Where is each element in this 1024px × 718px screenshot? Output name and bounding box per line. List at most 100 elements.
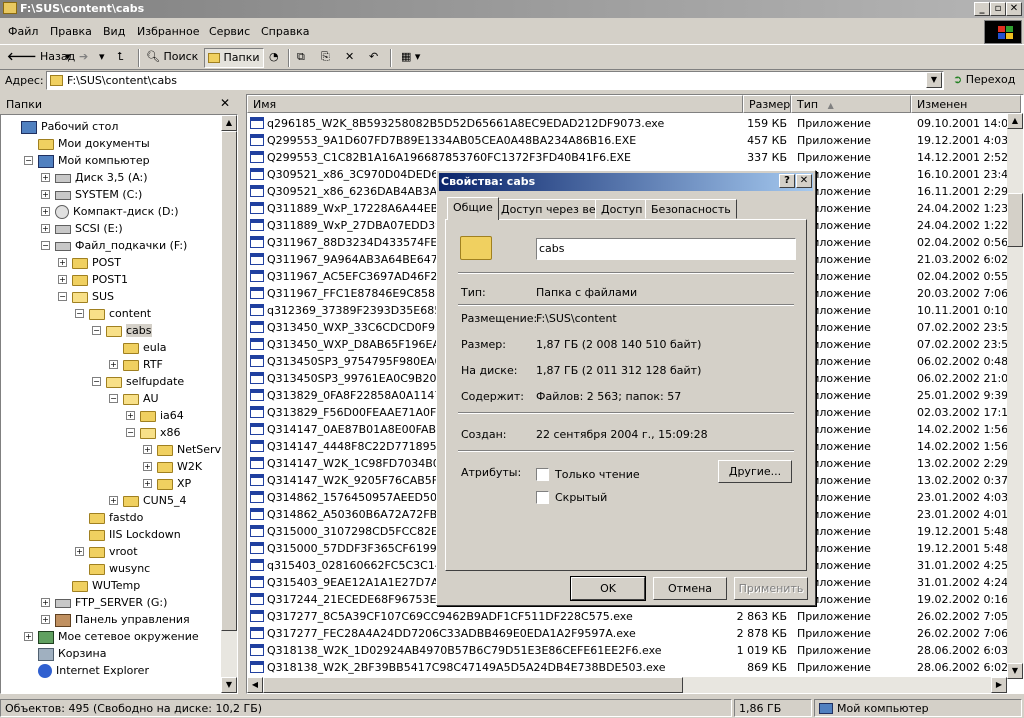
tree-node[interactable]: − selfupdate [92,373,184,390]
expand-icon[interactable]: + [41,190,50,199]
tree-node[interactable]: − Файл_подкачки (F:) [41,237,187,254]
folder-tree[interactable]: Рабочий стол Мои документы − Мой компьютер +… [0,114,238,694]
tree-node[interactable]: + FTP_SERVER (G:) [41,594,167,611]
scroll-thumb[interactable] [221,131,237,631]
copy-to-icon[interactable]: ⎘ [318,48,333,68]
file-row[interactable]: Q318138_W2K_2BF39BB5417C98C47149A5D5A24D… [247,659,1008,676]
expand-icon[interactable]: + [41,207,50,216]
expand-icon[interactable]: + [41,598,50,607]
dialog-close-button[interactable]: ✕ [796,174,812,188]
delete-icon[interactable]: ✕ [342,48,357,68]
expand-icon[interactable]: + [58,275,67,284]
tree-node[interactable]: + CUN5_4 [109,492,186,509]
file-row[interactable]: Q318138_W2K_1D02924AB4970B57B6C79D51E3E8… [247,642,1008,659]
file-row[interactable]: Q299553_C1C82B1A16A196687853760FC1372F3F… [247,149,1008,166]
hscroll-thumb[interactable] [263,677,683,693]
tree-node[interactable]: + XP [143,475,191,492]
tree-node[interactable]: − AU [109,390,159,407]
tree-node[interactable]: WUTemp [72,577,140,594]
expand-icon[interactable]: + [143,479,152,488]
expand-icon[interactable]: + [109,496,118,505]
tab-security[interactable]: Безопасность [645,199,737,219]
hidden-label[interactable]: Скрытый [555,491,607,504]
tree-node[interactable]: − Мой компьютер [24,152,150,169]
expand-icon[interactable]: + [41,173,50,182]
tree-node[interactable]: Рабочий стол [21,118,118,135]
menu-edit[interactable]: Правка [50,25,92,38]
readonly-checkbox[interactable] [536,468,549,481]
tree-node[interactable]: + Диск 3,5 (A:) [41,169,148,186]
close-pane-icon[interactable]: ✕ [220,96,230,110]
column-header-modified[interactable]: Изменен [911,95,1021,113]
tree-node[interactable]: − SUS [58,288,114,305]
tree-scrollbar[interactable]: ▲ ▼ [221,115,237,693]
folder-name-input[interactable]: cabs [536,238,796,260]
tree-node[interactable]: + vroot [75,543,138,560]
tree-node[interactable]: + Компакт-диск (D:) [41,203,179,220]
scroll-down-icon[interactable]: ▼ [221,677,237,693]
tree-node[interactable]: Internet Explorer [38,662,149,679]
file-row[interactable]: q296185_W2K_8B593258082B5D52D65661A8EC9E… [247,115,1015,132]
collapse-icon[interactable]: − [24,156,33,165]
tree-node[interactable]: + Мое сетевое окружение [24,628,199,645]
cancel-button[interactable]: Отмена [653,577,727,600]
address-dropdown-icon[interactable]: ▼ [926,72,942,88]
readonly-label[interactable]: Только чтение [555,468,640,481]
undo-icon[interactable]: ↶ [366,48,381,68]
tree-node[interactable]: + SCSI (E:) [41,220,123,237]
advanced-button[interactable]: Другие... [718,460,792,483]
menu-help[interactable]: Справка [261,25,309,38]
column-header-name[interactable]: Имя [247,95,743,113]
tree-node[interactable]: Корзина [38,645,106,662]
history-icon[interactable]: ◔ [266,48,282,68]
expand-icon[interactable]: + [75,547,84,556]
menu-file[interactable]: Файл [8,25,38,38]
minimize-button[interactable]: _ [974,2,990,16]
column-header-size[interactable]: Размер [743,95,791,113]
file-row[interactable]: Q317277_8C5A39CF107C69CC9462B9ADF1CF511D… [247,608,1008,625]
expand-icon[interactable]: + [41,615,50,624]
tree-node[interactable]: + Панель управления [41,611,190,628]
collapse-icon[interactable]: − [41,241,50,250]
expand-icon[interactable]: + [109,360,118,369]
folders-button[interactable]: Папки [204,48,264,68]
address-input[interactable]: F:\SUS\content\cabs [46,71,944,90]
tree-node[interactable]: eula [123,339,167,356]
scroll-down-icon[interactable]: ▼ [1007,663,1023,679]
move-to-icon[interactable]: ⧉ [294,48,308,68]
collapse-icon[interactable]: − [92,326,101,335]
dialog-title-bar[interactable]: Свойства: cabs ? ✕ [439,173,813,191]
menu-view[interactable]: Вид [103,25,125,38]
collapse-icon[interactable]: − [109,394,118,403]
expand-icon[interactable]: + [58,258,67,267]
expand-icon[interactable]: + [24,632,33,641]
scroll-right-icon[interactable]: ▶ [991,677,1007,693]
back-dropdown-icon[interactable]: ▾ [62,48,74,68]
maximize-button[interactable]: ▫ [990,2,1006,16]
tree-node[interactable]: fastdo [89,509,143,526]
tree-node[interactable]: wusync [89,560,150,577]
tree-node[interactable]: + ia64 [126,407,184,424]
tree-node[interactable]: + RTF [109,356,163,373]
tree-node[interactable]: IIS Lockdown [89,526,181,543]
views-icon[interactable]: ▦ ▾ [398,48,423,68]
forward-button[interactable]: ➔ [76,48,91,68]
tree-node[interactable]: − cabs [92,322,152,339]
scroll-up-icon[interactable]: ▲ [1007,113,1023,129]
scroll-thumb[interactable] [1007,193,1023,247]
expand-icon[interactable]: + [143,462,152,471]
apply-button[interactable]: Применить [734,577,808,600]
tab-web-sharing[interactable]: Доступ через веб [495,199,609,219]
column-header-type[interactable]: Тип ▲ [791,95,911,113]
collapse-icon[interactable]: − [126,428,135,437]
collapse-icon[interactable]: − [75,309,84,318]
tree-node[interactable]: + W2K [143,458,202,475]
tree-node[interactable]: + POST [58,254,121,271]
search-button[interactable]: 🔍︎ Поиск [143,48,201,68]
list-scrollbar[interactable]: ▲ ▼ [1007,113,1023,679]
tree-node[interactable]: + POST1 [58,271,128,288]
up-folder-icon[interactable]: ⮤ [114,48,127,68]
expand-icon[interactable]: + [41,224,50,233]
tab-general[interactable]: Общие [447,197,499,220]
close-button[interactable]: ✕ [1006,2,1022,16]
